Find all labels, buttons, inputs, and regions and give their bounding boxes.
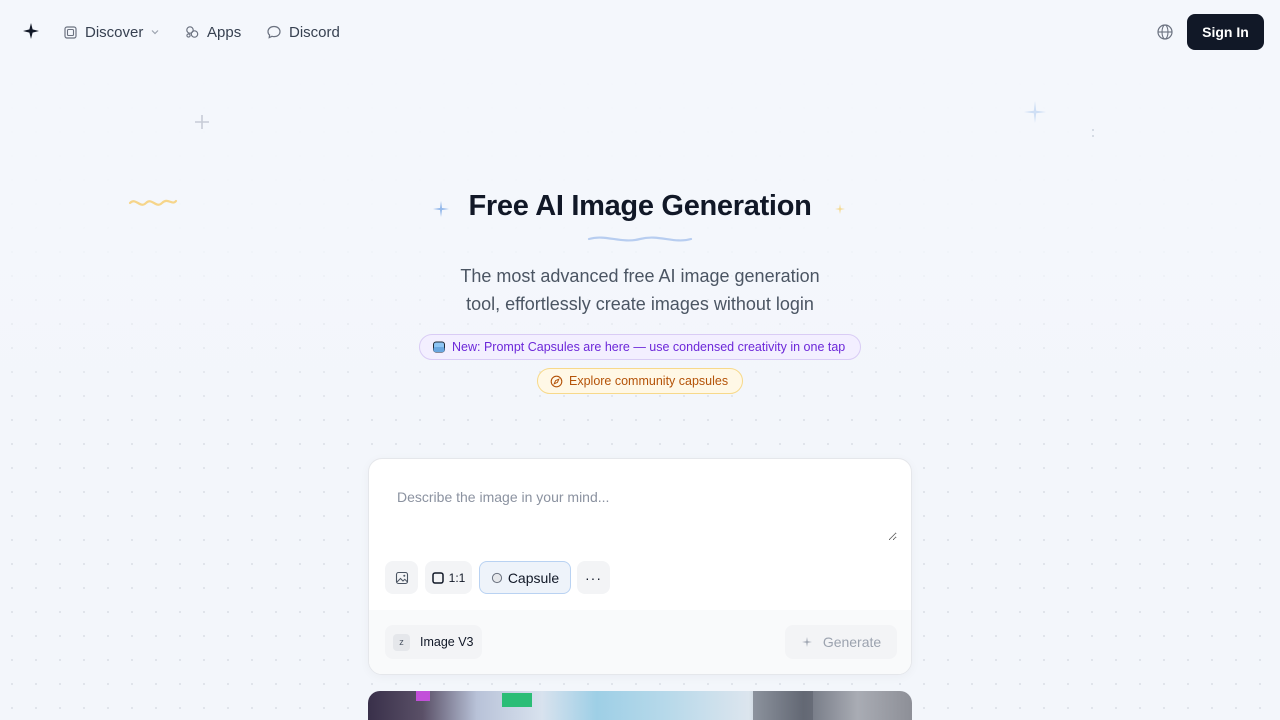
discover-icon: [64, 25, 77, 39]
capsule-label: Capsule: [507, 569, 560, 586]
sparkle-generate-icon: [801, 637, 812, 647]
nav-discord-label: Discord: [289, 23, 340, 41]
dots-decoration-icon: [1092, 129, 1094, 137]
capsule-icon: [491, 572, 502, 583]
page-title: Free AI Image Generation: [468, 190, 812, 222]
prompt-capsules-announcement[interactable]: New: Prompt Capsules are here — use cond…: [419, 334, 861, 360]
nav-discord[interactable]: Discord: [266, 20, 340, 44]
capsule-button[interactable]: Capsule: [479, 561, 571, 594]
model-selector[interactable]: z Image V3: [385, 625, 482, 659]
explore-label: Explore community capsules: [569, 374, 729, 388]
sign-in-button[interactable]: Sign In: [1187, 14, 1264, 50]
prompt-card: 1:1 Capsule ··· z Image V3 Generate: [368, 458, 912, 675]
apps-icon: [186, 26, 199, 38]
plus-decoration-icon: [195, 115, 209, 129]
preview-sign-magenta: [416, 691, 430, 701]
compass-icon: [550, 375, 563, 387]
preview-sign-green: [502, 693, 532, 707]
chevron-down-icon: [151, 30, 159, 35]
model-badge: z: [393, 633, 410, 651]
aspect-ratio-button[interactable]: 1:1: [425, 561, 472, 594]
explore-capsules-link[interactable]: Explore community capsules: [537, 368, 743, 394]
image-upload-icon: [395, 571, 408, 584]
preview-building-shadow: [753, 691, 813, 720]
nav-discover[interactable]: Discover: [63, 20, 160, 44]
generate-button[interactable]: Generate: [785, 625, 897, 659]
square-ratio-icon: [431, 571, 444, 584]
aspect-ratio-label: 1:1: [448, 570, 466, 585]
nav-apps[interactable]: Apps: [184, 20, 241, 44]
upload-image-button[interactable]: [385, 561, 418, 594]
hero-subtitle-line-2: tool, effortlessly create images without…: [466, 294, 814, 314]
nav-apps-label: Apps: [207, 23, 242, 41]
hero-subtitle-line-1: The most advanced free AI image generati…: [460, 266, 820, 286]
capsule-cube-icon: [433, 341, 445, 353]
top-navigation: Discover Apps Discord Sign In: [0, 0, 1280, 64]
generate-label: Generate: [822, 634, 882, 650]
example-image-preview: [368, 691, 912, 720]
model-label: Image V3: [420, 635, 474, 649]
announcement-label: New: Prompt Capsules are here — use cond…: [452, 340, 846, 354]
sparkle-decoration-icon: [1024, 101, 1046, 123]
hero-subtitle: The most advanced free AI image generati…: [440, 262, 840, 318]
prompt-input[interactable]: [385, 477, 897, 541]
nav-discover-label: Discover: [85, 23, 144, 41]
sparkle-logo-icon[interactable]: [22, 22, 40, 40]
more-options-icon: ···: [585, 569, 602, 586]
globe-icon[interactable]: [1156, 23, 1174, 41]
discord-chat-icon: [267, 25, 281, 39]
title-underline-decoration: [587, 236, 693, 242]
more-options-button[interactable]: ···: [577, 561, 610, 594]
prompt-card-footer: z Image V3 Generate: [369, 610, 911, 674]
